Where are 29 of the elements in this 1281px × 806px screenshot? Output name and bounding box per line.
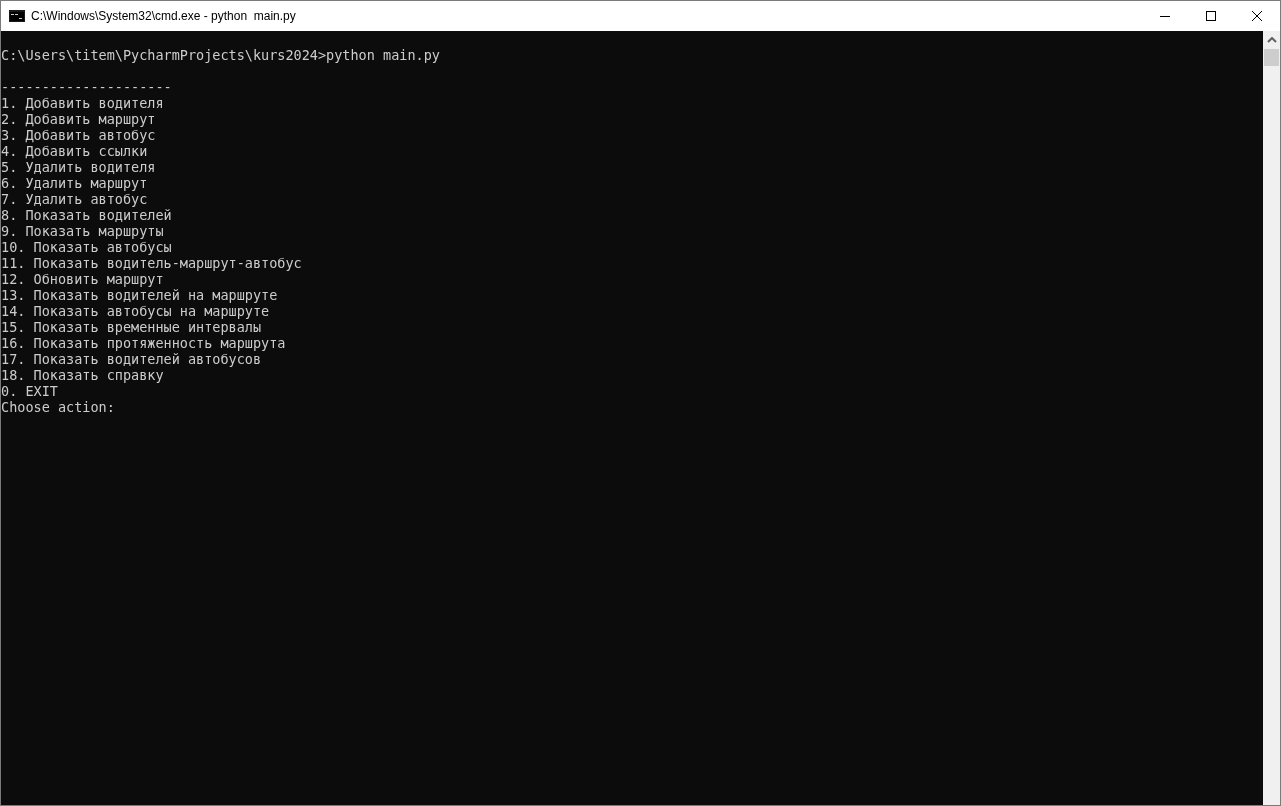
output-line: 17. Показать водителей автобусов	[1, 351, 263, 367]
output-line: 7. Удалить автобус	[1, 191, 149, 207]
output-line: 9. Показать маршруты	[1, 223, 165, 239]
output-line: ---------------------	[1, 79, 173, 95]
output-line: 11. Показать водитель-маршрут-автобус	[1, 255, 303, 271]
terminal-icon	[9, 10, 25, 22]
output-line: 6. Удалить маршрут	[1, 175, 149, 191]
close-icon[interactable]	[1251, 10, 1263, 22]
output-line: 4. Добавить ссылки	[1, 143, 149, 159]
output-line: 8. Показать водителей	[1, 207, 173, 223]
output-line: 5. Удалить водителя	[1, 159, 157, 175]
output-line: 10. Показать автобусы	[1, 239, 173, 255]
output-line: 13. Показать водителей на маршруте	[1, 287, 279, 303]
output-line: 3. Добавить автобус	[1, 127, 157, 143]
output-line: 2. Добавить маршрут	[1, 111, 157, 127]
scrollbar[interactable]	[1263, 31, 1280, 805]
output-line: 0. EXIT	[1, 383, 59, 399]
command-line: C:\Users\titem\PycharmProjects\kurs2024>python main.py	[1, 47, 441, 63]
scroll-up-icon[interactable]	[1266, 37, 1277, 43]
maximize-icon[interactable]	[1205, 10, 1217, 22]
output-line: 16. Показать протяженность маршрута	[1, 335, 287, 351]
output-line: 1. Добавить водителя	[1, 95, 165, 111]
output-line: 15. Показать временные интервалы	[1, 319, 263, 335]
output-line: 12. Обновить маршрут	[1, 271, 165, 287]
output-line: 14. Показать автобусы на маршруте	[1, 303, 271, 319]
scrollbar-thumb[interactable]	[1264, 49, 1279, 66]
window-title: C:\Windows\System32\cmd.exe - python main.py	[31, 9, 296, 23]
output-line: Choose action:	[1, 399, 116, 415]
output-line: 18. Показать справку	[1, 367, 165, 383]
